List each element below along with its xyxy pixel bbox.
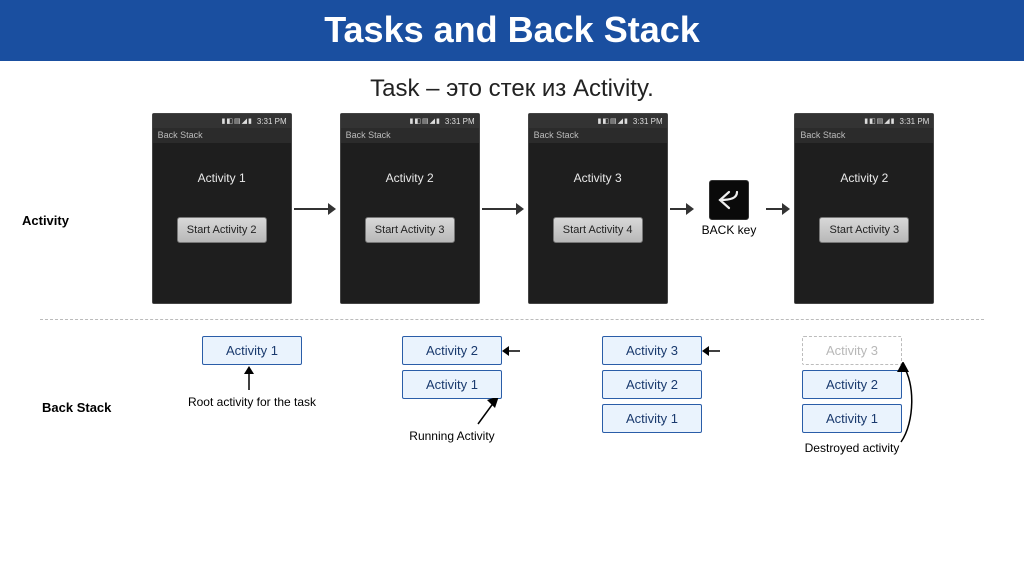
stack-activity-box: Activity 1 — [202, 336, 302, 365]
section-divider — [40, 319, 984, 320]
slide-title: Tasks and Back Stack — [0, 0, 1024, 61]
start-activity-button[interactable]: Start Activity 4 — [553, 217, 643, 243]
stack-caption: Running Activity — [409, 429, 494, 443]
forward-arrow-icon — [292, 199, 336, 219]
activity-name-label: Activity 2 — [840, 171, 888, 185]
stack-activity-box-destroyed: Activity 3 — [802, 336, 902, 365]
row-label-activity: Activity — [22, 213, 69, 228]
diagram-container: Activity ▮◧▤◢▮ 3:31 PM Back Stack Activi… — [0, 113, 1024, 455]
stack-activity-box: Activity 1 — [802, 404, 902, 433]
status-icons: ▮◧▤◢▮ — [598, 117, 629, 125]
status-time: 3:31 PM — [445, 117, 475, 126]
phone-screen: ▮◧▤◢▮ 3:31 PM Back Stack Activity 1 Star… — [152, 113, 292, 304]
stack-caption: Destroyed activity — [805, 441, 900, 455]
stack-activity-box: Activity 2 — [802, 370, 902, 399]
status-bar: ▮◧▤◢▮ 3:31 PM — [341, 114, 479, 128]
back-key-label: BACK key — [702, 223, 757, 237]
stack-activity-box: Activity 3 — [602, 336, 702, 365]
status-icons: ▮◧▤◢▮ — [222, 117, 253, 125]
app-bar: Back Stack — [795, 128, 933, 143]
top-pointer-arrow-icon — [502, 344, 522, 363]
stack-caption: Root activity for the task — [188, 395, 316, 409]
status-icons: ▮◧▤◢▮ — [864, 117, 895, 125]
top-pointer-arrow-icon — [702, 344, 722, 363]
start-activity-button[interactable]: Start Activity 3 — [365, 217, 455, 243]
stack-activity-box: Activity 1 — [602, 404, 702, 433]
status-time: 3:31 PM — [633, 117, 663, 126]
status-time: 3:31 PM — [257, 117, 287, 126]
row-label-backstack: Back Stack — [42, 400, 111, 415]
start-activity-button[interactable]: Start Activity 2 — [177, 217, 267, 243]
slide-subtitle: Task – это стек из Activity. — [0, 61, 1024, 113]
activity-name-label: Activity 1 — [198, 171, 246, 185]
activity-name-label: Activity 3 — [574, 171, 622, 185]
app-bar: Back Stack — [153, 128, 291, 143]
status-icons: ▮◧▤◢▮ — [410, 117, 441, 125]
forward-arrow-icon — [480, 199, 524, 219]
stacks-row: Activity 1 Root activity for the task Ac… — [20, 330, 1004, 455]
stack-activity-box: Activity 1 — [402, 370, 502, 399]
app-bar: Back Stack — [529, 128, 667, 143]
status-bar: ▮◧▤◢▮ 3:31 PM — [529, 114, 667, 128]
phone-screen: ▮◧▤◢▮ 3:31 PM Back Stack Activity 2 Star… — [340, 113, 480, 304]
pointer-arrow-icon — [472, 398, 502, 428]
phones-row: ▮◧▤◢▮ 3:31 PM Back Stack Activity 1 Star… — [20, 113, 1004, 304]
back-key-icon[interactable] — [709, 180, 749, 220]
start-activity-button[interactable]: Start Activity 3 — [819, 217, 909, 243]
activity-name-label: Activity 2 — [386, 171, 434, 185]
phone-screen: ▮◧▤◢▮ 3:31 PM Back Stack Activity 3 Star… — [528, 113, 668, 304]
status-bar: ▮◧▤◢▮ 3:31 PM — [153, 114, 291, 128]
forward-arrow-icon — [668, 199, 694, 219]
stack-activity-box: Activity 2 — [402, 336, 502, 365]
pointer-arrow-icon — [895, 362, 919, 444]
status-bar: ▮◧▤◢▮ 3:31 PM — [795, 114, 933, 128]
status-time: 3:31 PM — [900, 117, 930, 126]
pointer-arrow-icon — [239, 366, 259, 392]
stack-activity-box: Activity 2 — [602, 370, 702, 399]
phone-screen: ▮◧▤◢▮ 3:31 PM Back Stack Activity 2 Star… — [794, 113, 934, 304]
forward-arrow-icon — [764, 199, 790, 219]
app-bar: Back Stack — [341, 128, 479, 143]
